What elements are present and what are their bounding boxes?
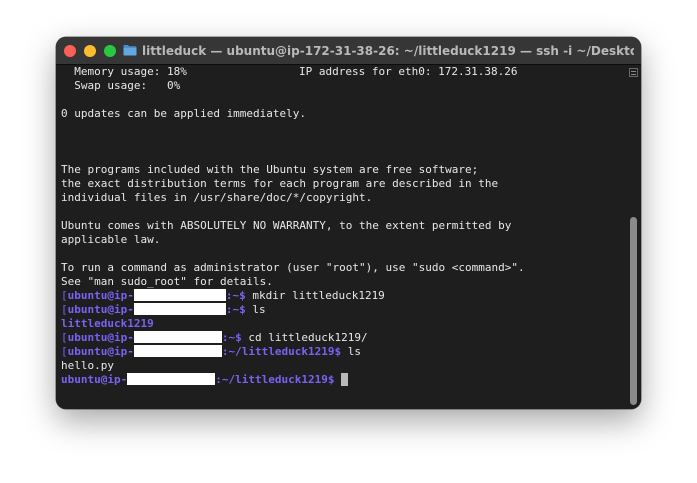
prompt-path: :~/littleduck1219$ [215, 373, 335, 386]
prompt-user: ubuntu@ip- [67, 345, 134, 358]
command-line-cd: [ubuntu@ip-:~$ cd littleduck1219/] [61, 331, 621, 345]
scrollbar-thumb[interactable] [630, 217, 637, 405]
memory-usage-text: Memory usage: 18% [61, 65, 187, 78]
motd-swap-line: Swap usage: 0% [61, 79, 181, 92]
ip-address-text: IP address for eth0: 172.31.38.26 [299, 65, 518, 78]
command-line-ls: [ubuntu@ip-:~$ ls] [61, 303, 621, 317]
terminal-window: littleduck — ubuntu@ip-172-31-38-26: ~/l… [56, 37, 641, 409]
maximize-button[interactable] [104, 45, 116, 57]
prompt-path: :~/littleduck1219$ [221, 345, 342, 358]
command-line-ls-dir: [ubuntu@ip-:~/littleduck1219$ ls] [61, 345, 621, 359]
motd-updates-line: 0 updates can be applied immediately. [61, 107, 307, 120]
close-button[interactable] [64, 45, 76, 57]
prompt-user: ubuntu@ip- [61, 373, 128, 386]
redacted-hostname [133, 345, 222, 357]
prompt-path: :~$ [221, 331, 242, 344]
command-line-mkdir: [ubuntu@ip-:~$ mkdir littleduck1219] [61, 289, 621, 303]
prompt-path: :~$ [225, 303, 246, 316]
text-cursor [341, 373, 349, 386]
minimize-button[interactable] [84, 45, 96, 57]
motd-warranty-line-2: applicable law. [61, 233, 161, 246]
scrollbar[interactable] [628, 79, 639, 407]
redacted-hostname [133, 303, 226, 315]
terminal-output[interactable]: Memory usage: 18% IP address for eth0: 17… [61, 65, 621, 409]
motd-sudo-line-1: To run a command as administrator (user … [61, 261, 525, 274]
directory-entry: littleduck1219 [61, 317, 154, 330]
scroll-marks-icon[interactable] [629, 68, 638, 77]
command-text: ls [341, 345, 361, 358]
prompt-bracket: [ [61, 303, 68, 316]
window-title: littleduck — ubuntu@ip-172-31-38-26: ~/l… [142, 44, 634, 58]
motd-sudo-line-2: See "man sudo_root" for details. [61, 275, 273, 288]
motd-software-line-2: the exact distribution terms for each pr… [61, 177, 499, 190]
prompt-bracket: [ [61, 331, 68, 344]
current-prompt-line[interactable]: ubuntu@ip- :~/littleduck1219$ [61, 373, 621, 387]
motd-warranty-line-1: Ubuntu comes with ABSOLUTELY NO WARRANTY… [61, 219, 512, 232]
file-entry: hello.py [61, 359, 114, 372]
prompt-user: ubuntu@ip- [67, 331, 134, 344]
command-text: mkdir littleduck1219 [245, 289, 385, 302]
prompt-bracket: [ [61, 345, 68, 358]
motd-software-line-1: The programs included with the Ubuntu sy… [61, 163, 479, 176]
redacted-hostname [127, 373, 216, 385]
prompt-user: ubuntu@ip- [67, 289, 134, 302]
prompt-user: ubuntu@ip- [67, 303, 134, 316]
command-text: cd littleduck1219/ [241, 331, 368, 344]
redacted-hostname [133, 331, 222, 343]
output-line-file: hello.py [61, 359, 621, 373]
prompt-path: :~$ [225, 289, 246, 302]
folder-icon [123, 45, 137, 56]
output-line-listing: littleduck1219 [61, 317, 621, 331]
redacted-hostname [133, 289, 226, 301]
motd-memory-line: Memory usage: 18% IP address for eth0: 17… [61, 65, 621, 79]
title-bar[interactable]: littleduck — ubuntu@ip-172-31-38-26: ~/l… [56, 37, 641, 65]
motd-software-line-3: individual files in /usr/share/doc/*/cop… [61, 191, 373, 204]
command-text: ls [245, 303, 266, 316]
prompt-bracket: [ [61, 289, 68, 302]
